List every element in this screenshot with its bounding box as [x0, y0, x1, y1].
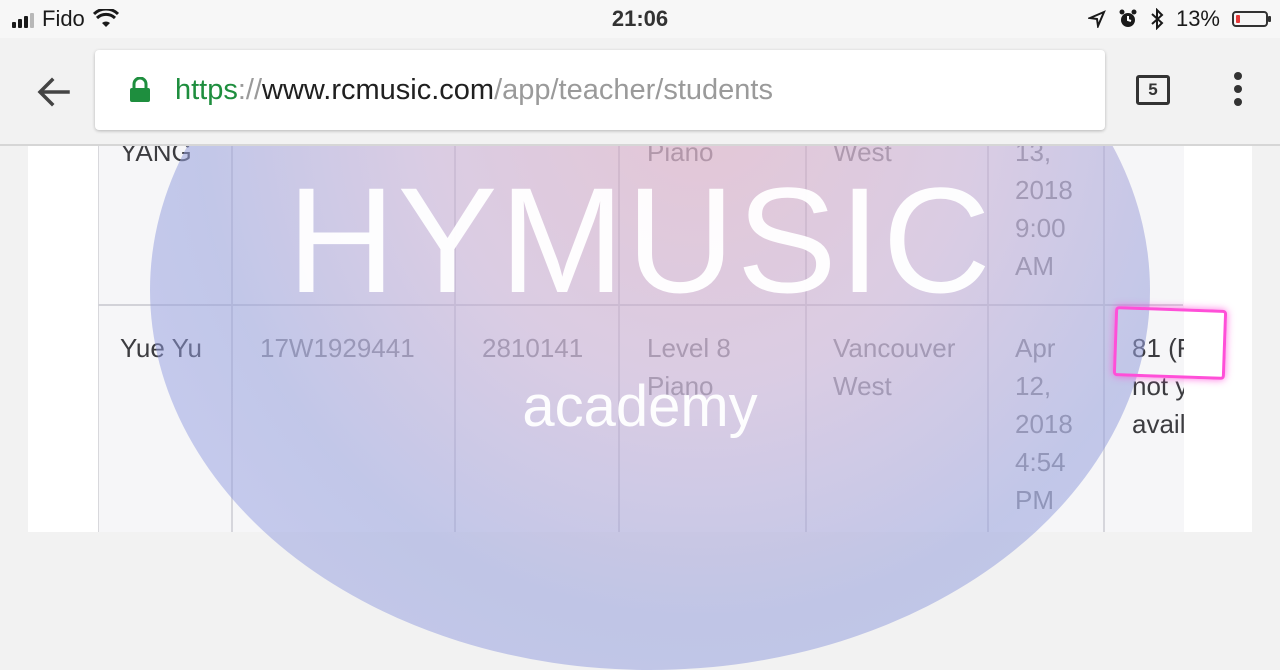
location-line: Vancouver: [833, 333, 956, 363]
url-scheme: https: [175, 74, 238, 106]
date-line: 2018: [1015, 409, 1073, 439]
date-line: 4:54: [1015, 447, 1066, 477]
date-line: 2018: [1015, 175, 1073, 205]
alarm-icon: [1119, 9, 1137, 27]
date-line: AM: [1015, 251, 1054, 281]
table-row-divider: [98, 304, 1183, 306]
tab-switcher-button[interactable]: 5: [1136, 75, 1170, 105]
url-path: /app/teacher/students: [494, 74, 773, 106]
bluetooth-icon: [1151, 8, 1164, 30]
date-cell: 13, 2018 9:00 AM: [1015, 133, 1073, 285]
table-column-divider: [231, 145, 233, 532]
date-line: 12,: [1015, 371, 1052, 401]
student-number-cell: 2810141: [482, 333, 584, 363]
date-cell: Apr 12, 2018 4:54 PM: [1015, 329, 1073, 519]
status-bar: Fido 21:06 13%: [0, 0, 1280, 38]
date-line: 9:00: [1015, 213, 1066, 243]
location-cell: Vancouver West: [833, 329, 955, 405]
student-name-cell: Yue Yu: [120, 333, 202, 363]
table-column-divider: [805, 145, 807, 532]
battery-icon: [1232, 11, 1271, 27]
table-column-divider: [454, 145, 456, 532]
url-text[interactable]: https://www.rcmusic.com/app/teacher/stud…: [175, 72, 773, 108]
level-line: Level 8: [647, 333, 731, 363]
table-column-divider: [1103, 145, 1105, 532]
location-line: West: [833, 371, 892, 401]
back-button[interactable]: [34, 72, 74, 112]
arrow-left-icon: [37, 77, 70, 107]
battery-percent: 13%: [1175, 6, 1220, 31]
url-host: www.rcmusic.com: [262, 74, 495, 106]
table-column-divider: [987, 145, 989, 532]
registration-number-cell: 17W1929441: [260, 333, 415, 363]
status-right: 13%: [1087, 6, 1271, 32]
score-highlight: [1112, 306, 1228, 380]
table-column-divider: [618, 145, 620, 532]
location-icon: [1087, 10, 1106, 28]
url-separator: ://: [237, 74, 263, 106]
browser-toolbar: https://www.rcmusic.com/app/teacher/stud…: [0, 38, 1280, 146]
address-bar[interactable]: https://www.rcmusic.com/app/teacher/stud…: [95, 50, 1105, 130]
date-line: PM: [1015, 485, 1054, 515]
level-line: Piano: [647, 371, 714, 401]
overflow-menu-icon[interactable]: [1228, 72, 1248, 112]
date-line: Apr: [1015, 333, 1056, 363]
level-cell: Level 8 Piano: [647, 329, 731, 405]
lock-icon: [130, 77, 150, 102]
result-line: avail: [1132, 409, 1184, 439]
